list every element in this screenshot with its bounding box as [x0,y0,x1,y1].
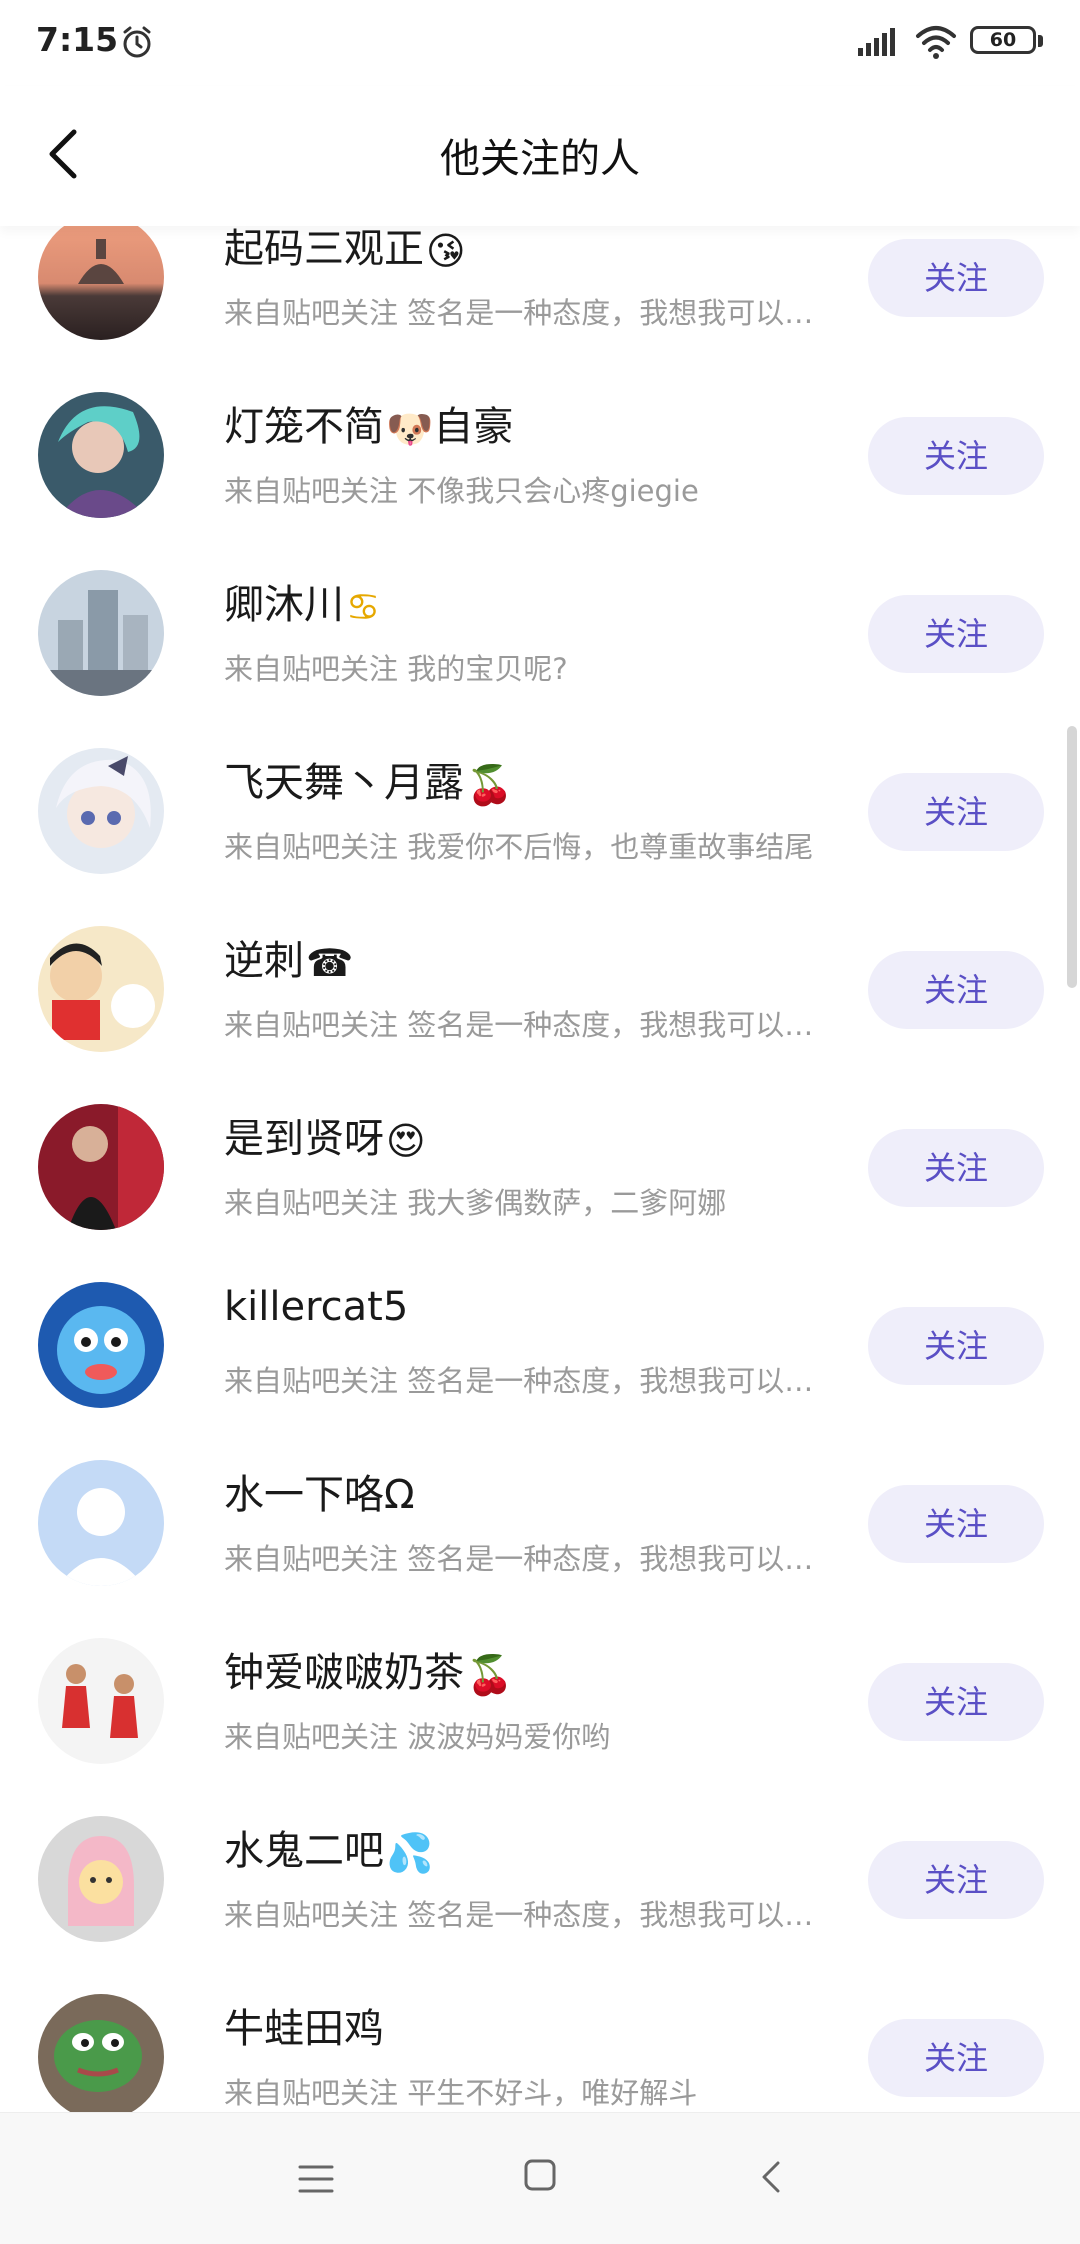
user-name[interactable]: 飞天舞丶月露🍒 [224,750,513,808]
avatar[interactable] [38,1460,164,1586]
list-item[interactable]: 灯笼不简🐶自豪 来自贴吧关注 不像我只会心疼giegie 关注 [0,364,1080,542]
follow-button[interactable]: 关注 [868,1663,1044,1741]
list-item[interactable]: 逆刺☎ 来自贴吧关注 签名是一种态度，我想我可以… 关注 [0,898,1080,1076]
list-item[interactable]: 是到贤呀😍 来自贴吧关注 我大爹偶数萨，二爹阿娜 关注 [0,1076,1080,1254]
follow-button[interactable]: 关注 [868,2019,1044,2097]
follow-button[interactable]: 关注 [868,773,1044,851]
user-name[interactable]: killercat5 [224,1284,408,1330]
list-item[interactable]: killercat5 来自贴吧关注 签名是一种态度，我想我可以… 关注 [0,1254,1080,1432]
list-item[interactable]: 钟爱啵啵奶茶🍒 来自贴吧关注 波波妈妈爱你哟 关注 [0,1610,1080,1788]
user-signature: 来自贴吧关注 波波妈妈爱你哟 [224,1720,611,1754]
back-nav-icon[interactable] [752,2157,792,2197]
user-name[interactable]: 水鬼二吧💦 [224,1818,433,1876]
avatar[interactable] [38,1994,164,2112]
user-signature: 来自贴吧关注 签名是一种态度，我想我可以… [224,296,814,330]
follow-button[interactable]: 关注 [868,1841,1044,1919]
list-item[interactable]: 飞天舞丶月露🍒 来自贴吧关注 我爱你不后悔，也尊重故事结尾 关注 [0,720,1080,898]
navigation-bar [0,2112,1080,2244]
avatar[interactable] [38,570,164,696]
user-name[interactable]: 钟爱啵啵奶茶🍒 [224,1640,513,1698]
avatar[interactable] [38,748,164,874]
user-signature: 来自贴吧关注 签名是一种态度，我想我可以… [224,1364,814,1398]
avatar[interactable] [38,392,164,518]
list-item[interactable]: 水一下咯Ω 来自贴吧关注 签名是一种态度，我想我可以… 关注 [0,1432,1080,1610]
user-signature: 来自贴吧关注 我爱你不后悔，也尊重故事结尾 [224,830,814,864]
user-signature: 来自贴吧关注 签名是一种态度，我想我可以… [224,1542,814,1576]
follow-button[interactable]: 关注 [868,1307,1044,1385]
list-item[interactable]: 牛蛙田鸡 来自贴吧关注 平生不好斗，唯好解斗 关注 [0,1966,1080,2112]
user-list[interactable]: 起码三观正😘 来自贴吧关注 签名是一种态度，我想我可以… 关注 灯笼不简🐶自豪 … [0,0,1080,2112]
user-signature: 来自贴吧关注 签名是一种态度，我想我可以… [224,1008,814,1042]
list-item[interactable]: 水鬼二吧💦 来自贴吧关注 签名是一种态度，我想我可以… 关注 [0,1788,1080,1966]
avatar[interactable] [38,1282,164,1408]
user-signature: 来自贴吧关注 我大爹偶数萨，二爹阿娜 [224,1186,727,1220]
follow-button[interactable]: 关注 [868,1129,1044,1207]
avatar[interactable] [38,1638,164,1764]
follow-button[interactable]: 关注 [868,595,1044,673]
home-icon[interactable] [522,2157,558,2193]
list-item[interactable]: 卿沐川♋ 来自贴吧关注 我的宝贝呢? 关注 [0,542,1080,720]
follow-button[interactable]: 关注 [868,239,1044,317]
user-signature: 来自贴吧关注 签名是一种态度，我想我可以… [224,1898,814,1932]
user-signature: 来自贴吧关注 平生不好斗，唯好解斗 [224,2076,698,2110]
avatar[interactable] [38,1104,164,1230]
user-name[interactable]: 水一下咯Ω [224,1462,415,1520]
avatar[interactable] [38,214,164,340]
avatar[interactable] [38,1816,164,1942]
user-name[interactable]: 灯笼不简🐶自豪 [224,394,513,452]
user-name[interactable]: 是到贤呀😍 [224,1106,426,1164]
follow-button[interactable]: 关注 [868,1485,1044,1563]
scrollbar[interactable] [1067,726,1077,988]
menu-icon[interactable] [296,2159,336,2199]
header: 他关注的人 [0,86,1080,226]
follow-button[interactable]: 关注 [868,951,1044,1029]
avatar[interactable] [38,926,164,1052]
user-name[interactable]: 卿沐川♋ [224,572,380,630]
user-name[interactable]: 逆刺☎ [224,928,353,986]
page-title: 他关注的人 [440,136,640,182]
user-signature: 来自贴吧关注 不像我只会心疼giegie [224,474,699,508]
follow-button[interactable]: 关注 [868,417,1044,495]
user-signature: 来自贴吧关注 我的宝贝呢? [224,652,568,686]
page: 7:15 60 起码三观正😘 来自贴吧关注 签名是一种态度，我想我可以… 关注 … [0,0,1080,2244]
user-name[interactable]: 牛蛙田鸡 [224,1996,384,2054]
